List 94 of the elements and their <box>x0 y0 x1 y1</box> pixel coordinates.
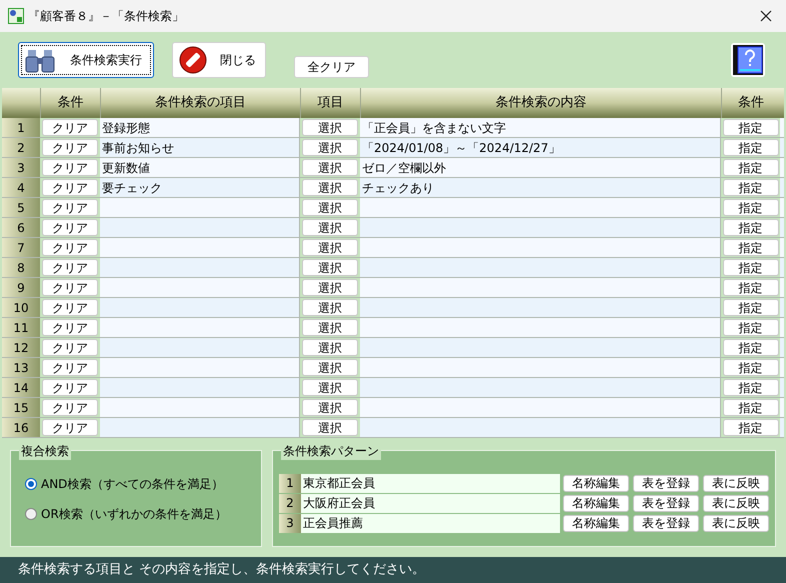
assign-button[interactable]: 指定 <box>722 139 778 156</box>
assign-button[interactable]: 指定 <box>722 419 778 436</box>
assign-button[interactable]: 指定 <box>722 239 778 256</box>
group-title: 複合検索 <box>19 442 71 460</box>
pattern-button[interactable]: 表に反映 <box>703 494 769 512</box>
clear-button[interactable]: クリア <box>42 179 98 196</box>
clear-button[interactable]: クリア <box>42 199 98 216</box>
assign-button[interactable]: 指定 <box>722 299 778 316</box>
select-button[interactable]: 選択 <box>302 399 358 416</box>
clear-button[interactable]: クリア <box>42 139 98 156</box>
clear-button[interactable]: クリア <box>42 399 98 416</box>
assign-button[interactable]: 指定 <box>722 159 778 176</box>
pattern-button[interactable]: 名称編集 <box>563 474 629 492</box>
assign-button[interactable]: 指定 <box>722 199 778 216</box>
help-book-icon[interactable] <box>730 42 766 78</box>
select-button[interactable]: 選択 <box>302 339 358 356</box>
row-number: 5 <box>2 198 40 217</box>
select-button[interactable]: 選択 <box>302 159 358 176</box>
select-button[interactable]: 選択 <box>302 299 358 316</box>
row-number: 8 <box>2 258 40 277</box>
row-number: 10 <box>2 298 40 317</box>
select-button[interactable]: 選択 <box>302 239 358 256</box>
select-button[interactable]: 選択 <box>302 139 358 156</box>
pattern-button[interactable]: 名称編集 <box>563 494 629 512</box>
row-number: 11 <box>2 318 40 337</box>
clear-button[interactable]: クリア <box>42 419 98 436</box>
no-entry-icon <box>179 46 207 74</box>
select-button[interactable]: 選択 <box>302 419 358 436</box>
row-number: 15 <box>2 398 40 417</box>
row-number: 16 <box>2 418 40 437</box>
clear-button[interactable]: クリア <box>42 279 98 296</box>
clear-button[interactable]: クリア <box>42 339 98 356</box>
pattern-button[interactable]: 表に反映 <box>703 514 769 532</box>
assign-button[interactable]: 指定 <box>722 219 778 236</box>
clear-button[interactable]: クリア <box>42 239 98 256</box>
radio-option[interactable]: OR検索（いずれかの条件を満足） <box>25 503 247 523</box>
assign-button[interactable]: 指定 <box>722 339 778 356</box>
app-icon <box>8 8 24 24</box>
select-button[interactable]: 選択 <box>302 259 358 276</box>
select-button[interactable]: 選択 <box>302 219 358 236</box>
row-number: 6 <box>2 218 40 237</box>
pattern-button[interactable]: 表を登録 <box>633 474 699 492</box>
row-number: 1 <box>279 474 301 492</box>
radio-button[interactable] <box>25 508 37 520</box>
row-number: 3 <box>279 514 301 532</box>
close-icon[interactable] <box>760 10 772 22</box>
assign-button[interactable]: 指定 <box>722 399 778 416</box>
row-number: 2 <box>2 138 40 157</box>
assign-button[interactable]: 指定 <box>722 119 778 136</box>
status-bar: 条件検索する項目と その内容を指定し、条件検索実行してください。 <box>0 557 786 583</box>
row-number: 7 <box>2 238 40 257</box>
select-button[interactable]: 選択 <box>302 199 358 216</box>
window-title: 『顧客番８』－「条件検索」 <box>28 8 184 25</box>
row-number: 3 <box>2 158 40 177</box>
row-number: 4 <box>2 178 40 197</box>
assign-button[interactable]: 指定 <box>722 259 778 276</box>
clear-button[interactable]: クリア <box>42 359 98 376</box>
pattern-button[interactable]: 表に反映 <box>703 474 769 492</box>
group-title: 条件検索パターン <box>281 442 381 460</box>
assign-button[interactable]: 指定 <box>722 359 778 376</box>
row-number: 14 <box>2 378 40 397</box>
pattern-button[interactable]: 表を登録 <box>633 514 699 532</box>
search-button[interactable]: 条件検索実行 <box>18 42 154 78</box>
row-number: 12 <box>2 338 40 357</box>
row-number: 9 <box>2 278 40 297</box>
row-number: 13 <box>2 358 40 377</box>
select-button[interactable]: 選択 <box>302 119 358 136</box>
close-button[interactable]: 閉じる <box>172 42 266 78</box>
assign-button[interactable]: 指定 <box>722 319 778 336</box>
pattern-button[interactable]: 表を登録 <box>633 494 699 512</box>
row-number: 2 <box>279 494 301 512</box>
clear-button[interactable]: クリア <box>42 319 98 336</box>
clear-button[interactable]: クリア <box>42 379 98 396</box>
pattern-name: 東京都正会員 <box>301 474 560 492</box>
radio-button[interactable] <box>25 478 37 490</box>
assign-button[interactable]: 指定 <box>722 379 778 396</box>
clear-button[interactable]: クリア <box>42 159 98 176</box>
pattern-name: 大阪府正会員 <box>301 494 560 512</box>
radio-option[interactable]: AND検索（すべての条件を満足） <box>25 473 247 493</box>
clear-button[interactable]: クリア <box>42 119 98 136</box>
assign-button[interactable]: 指定 <box>722 279 778 296</box>
clear-button[interactable]: クリア <box>42 259 98 276</box>
clear-button[interactable]: クリア <box>42 219 98 236</box>
pattern-name: 正会員推薦 <box>301 514 560 532</box>
row-number: 1 <box>2 118 40 137</box>
clear-all-button[interactable]: 全クリア <box>294 56 369 78</box>
select-button[interactable]: 選択 <box>302 179 358 196</box>
select-button[interactable]: 選択 <box>302 319 358 336</box>
select-button[interactable]: 選択 <box>302 359 358 376</box>
select-button[interactable]: 選択 <box>302 379 358 396</box>
select-button[interactable]: 選択 <box>302 279 358 296</box>
assign-button[interactable]: 指定 <box>722 179 778 196</box>
pattern-button[interactable]: 名称編集 <box>563 514 629 532</box>
clear-button[interactable]: クリア <box>42 299 98 316</box>
